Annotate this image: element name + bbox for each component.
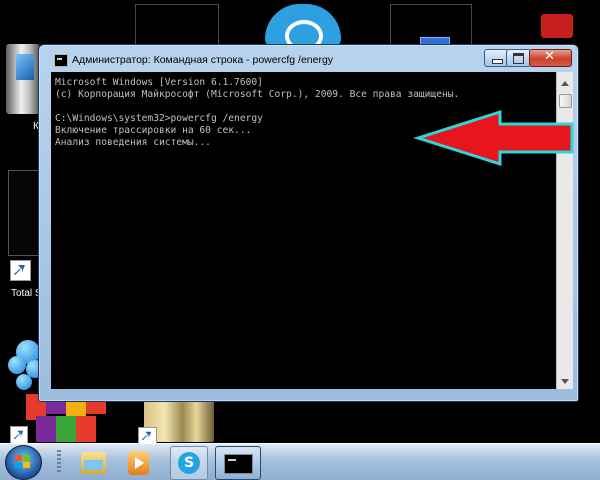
- maximize-button[interactable]: [506, 49, 531, 67]
- skype-icon: S: [178, 452, 200, 474]
- skype-desktop-icon[interactable]: [265, 4, 341, 52]
- scroll-thumb[interactable]: [559, 94, 572, 108]
- windows-start-icon: [15, 455, 31, 469]
- taskbar-grip[interactable]: [57, 450, 61, 474]
- console-line: Microsoft Windows [Version 6.1.7600]: [55, 77, 263, 88]
- console-line: Включение трассировки на 60 сек...: [55, 125, 252, 136]
- desktop-tile[interactable]: [135, 4, 219, 46]
- command-prompt-icon: [224, 454, 253, 474]
- shortcut-arrow-icon: [10, 426, 28, 443]
- taskbar-media-player-button[interactable]: [121, 446, 157, 478]
- cmd-icon[interactable]: [54, 54, 68, 67]
- window-title: Администратор: Командная строка - powerc…: [72, 54, 334, 66]
- computer-icon[interactable]: [6, 44, 40, 114]
- close-icon: ✕: [544, 49, 555, 64]
- minimize-icon: [492, 59, 503, 64]
- scroll-down-button[interactable]: [557, 373, 573, 389]
- desktop-icon[interactable]: [541, 14, 573, 38]
- taskbar-command-prompt-button[interactable]: [215, 446, 261, 480]
- shortcut-arrow-icon: [138, 427, 157, 443]
- start-button[interactable]: [5, 445, 42, 480]
- maximize-icon: [513, 53, 524, 64]
- media-player-icon: [128, 451, 149, 475]
- annotation-arrow: [413, 109, 574, 167]
- close-button[interactable]: ✕: [529, 49, 572, 67]
- scroll-up-button[interactable]: [557, 72, 573, 88]
- console-line: (с) Корпорация Майкрософт (Microsoft Cor…: [55, 89, 460, 100]
- taskbar: S: [0, 443, 600, 480]
- command-prompt-window[interactable]: Администратор: Командная строка - powerc…: [38, 44, 579, 402]
- window-titlebar[interactable]: Администратор: Командная строка - powerc…: [39, 45, 578, 71]
- console-line: Анализ поведения системы...: [55, 137, 211, 148]
- taskbar-explorer-button[interactable]: [75, 446, 111, 478]
- explorer-icon: [81, 452, 106, 474]
- total-icon-label: Total S: [11, 288, 42, 299]
- console-line: C:\Windows\system32>powercfg /energy: [55, 113, 263, 124]
- taskbar-skype-button[interactable]: S: [170, 446, 208, 480]
- shortcut-arrow-icon: [10, 260, 31, 281]
